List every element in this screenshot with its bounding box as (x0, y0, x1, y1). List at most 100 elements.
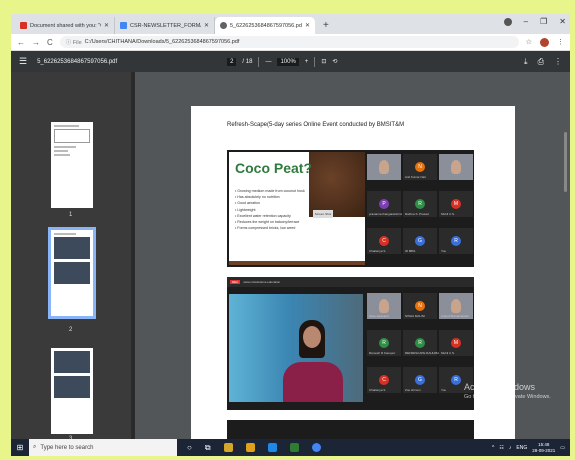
divider (258, 56, 260, 67)
taskbar-search[interactable]: ⌕ Type here to search (29, 439, 177, 456)
language-indicator[interactable]: ENG (516, 445, 527, 451)
meeting-screenshot-2: REC www.mitsolutions.education Vasu sara… (227, 277, 474, 410)
viewport-scrollbar[interactable] (564, 132, 567, 192)
taskbar-apps: ○ ⧉ (187, 443, 321, 453)
forward-button[interactable]: → (32, 38, 40, 47)
clock[interactable]: 15:48 28-09-2021 (532, 442, 555, 454)
activate-windows-subtitle: Go to Settings to activate Windows. (464, 394, 551, 400)
participant-avatar: G (415, 375, 425, 385)
fit-page-icon[interactable]: ⊡ (321, 58, 326, 65)
close-window-button[interactable]: ✕ (559, 17, 566, 26)
participant-avatar: N (415, 301, 425, 311)
url-text: C:/Users/CHITHANA/Downloads/5_6226253684… (84, 39, 240, 45)
participant-avatar: R (379, 338, 389, 348)
participant-name: Ramesh R Kanupur (369, 351, 396, 355)
store-icon[interactable] (267, 443, 277, 452)
more-icon[interactable]: ⋮ (554, 57, 562, 67)
page-thumbnail-3[interactable] (51, 348, 93, 434)
participant-tile (439, 154, 473, 180)
url-field[interactable]: ⓘ File C:/Users/CHITHANA/Downloads/5_622… (59, 36, 519, 48)
speaker-video (229, 294, 363, 402)
tab-gmail[interactable]: Document shared with you: "CS... ✕ (15, 17, 115, 34)
thumb-line (54, 150, 69, 152)
thumb-line (54, 233, 76, 235)
thumb-line (54, 154, 71, 156)
system-tray: ^ ☷ ♪ ENG 15:48 28-09-2021 ▭ (492, 442, 570, 454)
volume-icon[interactable]: ♪ (509, 445, 512, 451)
participant-tile: M Muhil C.S. (439, 330, 473, 356)
thumb-line (54, 146, 76, 148)
participant-avatar: G (415, 236, 425, 246)
page-number-input[interactable]: 2 (227, 57, 237, 66)
back-button[interactable]: ← (17, 38, 25, 47)
screenshot-label: Screen Shot (313, 210, 333, 218)
hamburger-menu-icon[interactable]: ☰ (19, 56, 27, 67)
close-icon[interactable]: ✕ (305, 22, 310, 29)
windows-start-icon[interactable]: ⊞ (11, 443, 29, 452)
tab-label: 5_6226253684867597056.pdf (230, 22, 302, 29)
speaker-body (283, 362, 343, 402)
bookmark-star-icon[interactable]: ☆ (526, 38, 532, 46)
meeting-title: www.mitsolutions.education (243, 280, 281, 284)
network-icon[interactable]: ☷ (499, 445, 503, 451)
participant-name: Chaitanya S (369, 249, 386, 253)
thumb-image (54, 351, 90, 373)
maximize-button[interactable]: ❐ (540, 17, 547, 26)
download-icon[interactable]: ⤓ (524, 57, 528, 67)
reload-button[interactable]: C (47, 38, 53, 47)
site-info-icon[interactable]: ⓘ File (66, 38, 82, 46)
participant-avatar: P (379, 199, 389, 209)
participant-video (379, 299, 389, 313)
pdf-actions: ⤓ ⎙ ⋮ (524, 57, 562, 67)
minimize-button[interactable]: – (524, 17, 528, 26)
avatar[interactable] (540, 37, 549, 47)
cortana-icon[interactable]: ○ (187, 443, 192, 452)
excel-icon[interactable] (289, 443, 299, 452)
globe-icon (220, 22, 227, 29)
participant-name: Muhil C.S. (441, 351, 455, 355)
rotate-icon[interactable]: ⟲ (332, 58, 337, 65)
participant-video (379, 160, 389, 174)
folder-icon[interactable] (245, 443, 255, 452)
slide-bullets: • Growing medium made from coconut husk … (235, 189, 313, 232)
participant-tile: G ID 8891 (403, 228, 437, 254)
page-thumbnail-1[interactable] (51, 122, 93, 208)
speaker-face (303, 326, 321, 348)
new-tab-button[interactable]: + (315, 20, 337, 34)
menu-icon[interactable]: ⋮ (557, 38, 564, 46)
meeting-top-bar: REC www.mitsolutions.education (227, 277, 474, 287)
close-icon[interactable]: ✕ (104, 22, 109, 29)
participant-avatar: M (451, 199, 461, 209)
task-view-icon[interactable]: ⧉ (205, 443, 211, 453)
tab-label: CSR-NEWSLETTER_FORMAT - Goo... (130, 22, 201, 29)
pdf-viewport: Refresh-Scape(5-day series Online Event … (135, 72, 570, 439)
participant-tile: N NISHA MALINI (403, 293, 437, 319)
participant-name: Rathna S. Prasad (405, 212, 429, 216)
zoom-in-button[interactable]: + (305, 59, 309, 65)
tab-docs[interactable]: CSR-NEWSLETTER_FORMAT - Goo... ✕ (115, 17, 215, 34)
activate-windows-title: Activate Windows (464, 382, 536, 392)
page-total: / 18 (242, 58, 253, 65)
chrome-icon[interactable] (311, 443, 321, 452)
thumb-image (54, 262, 90, 284)
participant-video (451, 299, 461, 313)
participant-tile: Anand Subramaniam (439, 293, 473, 319)
zoom-input[interactable]: 100% (277, 57, 299, 66)
search-icon: ⌕ (33, 444, 37, 450)
address-bar: ← → C ⓘ File C:/Users/CHITHANA/Downloads… (11, 34, 570, 51)
profile-icon[interactable] (503, 17, 512, 26)
print-icon[interactable]: ⎙ (538, 57, 544, 67)
tab-pdf[interactable]: 5_6226253684867597056.pdf ✕ (215, 17, 315, 34)
page-thumbnail-2[interactable] (48, 227, 96, 319)
tab-label: Document shared with you: "CS... (30, 22, 101, 29)
thumb-number: 1 (69, 212, 73, 218)
meeting-screenshot-3 (227, 420, 474, 439)
close-icon[interactable]: ✕ (204, 22, 209, 29)
chevron-up-icon[interactable]: ^ (492, 445, 494, 451)
thumb-table (54, 129, 90, 143)
zoom-out-button[interactable]: — (265, 59, 271, 65)
file-explorer-icon[interactable] (223, 443, 233, 452)
notification-icon[interactable]: ▭ (560, 445, 565, 451)
participant-avatar: C (379, 375, 389, 385)
participant-name: ID 8891 (405, 249, 416, 253)
